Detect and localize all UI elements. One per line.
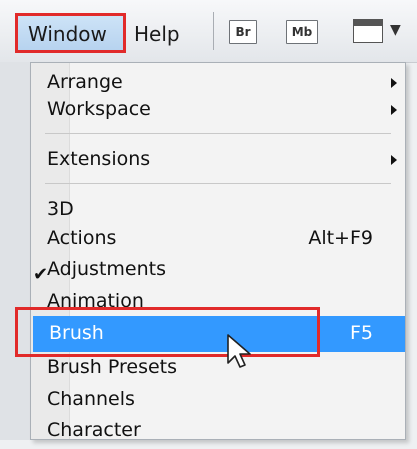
window-menu[interactable]: Window <box>15 13 126 53</box>
window-dropdown-menu: Arrange Workspace Extensions 3D Actions … <box>30 62 406 441</box>
help-menu[interactable]: Help <box>134 22 180 46</box>
chevron-down-icon[interactable]: ▼ <box>390 22 401 38</box>
window-menu-label: Window <box>28 22 107 46</box>
shortcut-label: Alt+F9 <box>308 227 373 249</box>
bridge-button[interactable]: Br <box>229 20 257 44</box>
submenu-arrow-icon <box>391 78 397 88</box>
submenu-arrow-icon <box>391 155 397 165</box>
menu-separator <box>45 183 391 184</box>
menu-bar: Window Help Br Mb ▼ <box>0 0 417 63</box>
submenu-arrow-icon <box>391 105 397 115</box>
shortcut-label: F5 <box>349 322 373 344</box>
menu-item-adjustments[interactable]: ✔ Adjustments <box>31 252 405 288</box>
menu-item-extensions[interactable]: Extensions <box>31 142 405 178</box>
mouse-pointer-icon <box>227 334 251 368</box>
menu-separator <box>45 133 391 134</box>
background-panel <box>0 62 31 440</box>
screen-mode-icon[interactable] <box>353 19 383 43</box>
menu-item-workspace[interactable]: Workspace <box>31 92 405 128</box>
minibridge-button[interactable]: Mb <box>286 20 318 44</box>
annotation-highlight-box <box>15 307 320 357</box>
menu-item-character[interactable]: Character <box>31 413 405 449</box>
checkmark-icon: ✔ <box>33 264 49 285</box>
menu-separator <box>213 12 214 50</box>
